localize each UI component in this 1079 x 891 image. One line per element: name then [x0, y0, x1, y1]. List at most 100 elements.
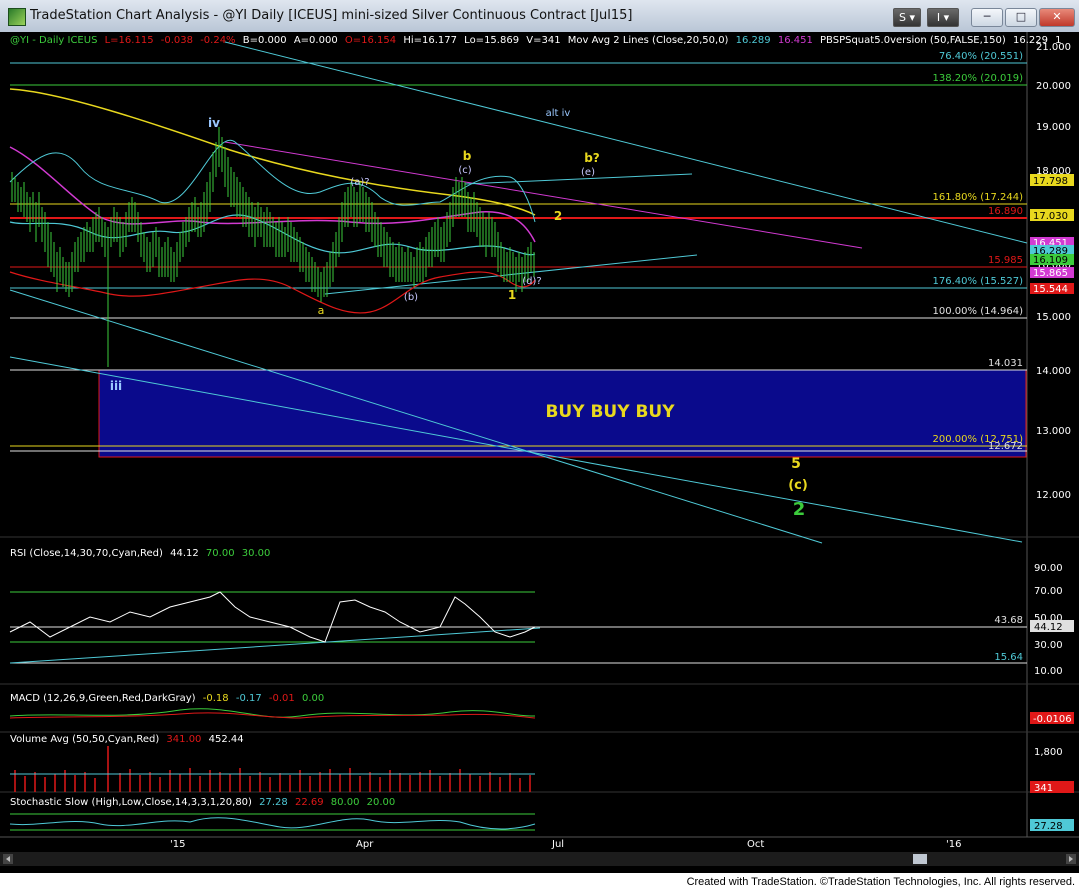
- pbs-study-label: PBSPSquat5.0version (50,FALSE,150): [820, 35, 1006, 46]
- rsi-trend-line: [9, 627, 541, 664]
- fib-label-176: 176.40% (15.527): [933, 276, 1024, 287]
- wave-label-d-question: (d)?: [522, 276, 541, 287]
- volume-tag: 341: [1034, 783, 1053, 794]
- wave-label-a: a: [318, 304, 325, 317]
- wave-label-2-yellow: 2: [554, 209, 562, 223]
- level-label-12672: 12.672: [988, 441, 1023, 452]
- time-tick: Jul: [551, 839, 564, 850]
- title-bar: TradeStation Chart Analysis - @YI Daily …: [0, 0, 1079, 33]
- s-menu-button[interactable]: S ▾: [893, 8, 921, 27]
- wave-label-b: b: [463, 149, 472, 163]
- price-tag-17798: 17.798: [1033, 176, 1068, 187]
- copyright-text: Created with TradeStation. ©TradeStation…: [686, 876, 1075, 888]
- rsi-current-tag: 44.12: [1034, 622, 1063, 633]
- time-axis[interactable]: '15 Apr Jul Oct '16: [170, 839, 961, 850]
- price-tick: 12.000: [1036, 490, 1071, 501]
- wave-label-iv: iv: [208, 116, 220, 130]
- time-tick: '16: [946, 839, 961, 850]
- net-change: -0.038: [161, 35, 193, 46]
- buy-zone-label: BUY BUY BUY: [545, 402, 675, 422]
- wave-label-5: 5: [791, 456, 801, 472]
- ask-value: A=0.000: [294, 35, 338, 46]
- rsi-label: RSI (Close,14,30,70,Cyan,Red): [10, 548, 163, 559]
- wave-label-alt-iv: alt iv: [546, 108, 571, 119]
- rsi-tick: 10.00: [1034, 666, 1063, 677]
- price-tick: 14.000: [1036, 366, 1071, 377]
- time-tick: Oct: [747, 839, 764, 850]
- ma2-value: 16.451: [778, 35, 813, 46]
- minimize-button[interactable]: ─: [971, 8, 1003, 27]
- rsi-value: 44.12: [170, 548, 199, 559]
- rsi-level-1: 43.68: [994, 615, 1023, 626]
- fib-label-100: 100.00% (14.964): [933, 306, 1024, 317]
- wave-label-1: 1: [508, 288, 516, 302]
- level-label-15985: 15.985: [988, 255, 1023, 266]
- price-tick: 15.000: [1036, 312, 1071, 323]
- stoch-value-1: 27.28: [259, 797, 288, 808]
- rsi-legend: RSI (Close,14,30,70,Cyan,Red) 44.12 70.0…: [10, 548, 270, 559]
- price-tags: 17.798 17.030 16.451 16.289 16.109 15.86…: [1030, 174, 1074, 295]
- fib-label-161: 161.80% (17.244): [933, 192, 1024, 203]
- lo-value: Lo=15.869: [464, 35, 519, 46]
- tradestation-app-icon: [8, 8, 26, 26]
- macd-value-1: -0.18: [203, 693, 229, 704]
- rsi-oversold: 30.00: [242, 548, 271, 559]
- symbol-label: @YI - Daily ICEUS: [10, 35, 97, 46]
- level-label-16890: 16.890: [988, 206, 1023, 217]
- rsi-tick: 30.00: [1034, 640, 1063, 651]
- price-tag-17030: 17.030: [1033, 211, 1068, 222]
- stoch-legend: Stochastic Slow (High,Low,Close,14,3,3,1…: [10, 797, 395, 808]
- macd-value-4: 0.00: [302, 693, 324, 704]
- stoch-k-line: [9, 817, 536, 830]
- wave-label-c-target: (c): [788, 478, 808, 493]
- stoch-tag: 27.28: [1034, 821, 1063, 832]
- wave-label-2-green: 2: [793, 499, 806, 520]
- price-tick: 21.000: [1036, 42, 1071, 53]
- fib-label-138: 138.20% (20.019): [933, 73, 1024, 84]
- s-button-label: S: [898, 11, 906, 24]
- stoch-value-2: 22.69: [295, 797, 324, 808]
- price-tick: 20.000: [1036, 81, 1071, 92]
- magenta-trend-line: [224, 141, 863, 249]
- price-tick: 19.000: [1036, 122, 1071, 133]
- close-button[interactable]: ✕: [1039, 8, 1075, 27]
- stoch-value-4: 20.00: [367, 797, 396, 808]
- bid-value: B=0.000: [243, 35, 287, 46]
- macd-label: MACD (12,26,9,Green,Red,DarkGray): [10, 693, 196, 704]
- wave-label-b-paren: (b): [404, 292, 418, 303]
- open-value: O=16.154: [345, 35, 396, 46]
- maximize-button[interactable]: □: [1005, 8, 1037, 27]
- i-button-label: I: [936, 11, 941, 24]
- rsi-tick: 90.00: [1034, 563, 1063, 574]
- price-tag-15544: 15.544: [1033, 284, 1068, 295]
- price-tag-15865: 15.865: [1033, 268, 1068, 279]
- volume-value-2: 452.44: [209, 734, 244, 745]
- macd-line: [9, 708, 536, 718]
- last-price: L=16.115: [105, 35, 154, 46]
- ma-study-label: Mov Avg 2 Lines (Close,20,50,0): [568, 35, 729, 46]
- window-title: TradeStation Chart Analysis - @YI Daily …: [30, 8, 633, 23]
- lower-band: [9, 271, 536, 314]
- rsi-tick: 70.00: [1034, 586, 1063, 597]
- chart-window[interactable]: @YI - Daily ICEUS L=16.115 -0.038 -0.24%…: [0, 32, 1079, 873]
- macd-legend: MACD (12,26,9,Green,Red,DarkGray) -0.18 …: [10, 693, 324, 704]
- volume-value-1: 341.00: [166, 734, 201, 745]
- rsi-level-2: 15.64: [994, 652, 1023, 663]
- macd-value-2: -0.17: [236, 693, 262, 704]
- rsi-overbought: 70.00: [206, 548, 235, 559]
- volume-bars: [14, 746, 531, 792]
- fib-label-76: 76.40% (20.551): [939, 51, 1023, 62]
- wave-label-c-paren: (c): [458, 165, 471, 176]
- wave-label-a-question: (a)?: [350, 177, 369, 188]
- volume-value: V=341: [526, 35, 560, 46]
- price-tag-16109: 16.109: [1033, 255, 1068, 266]
- scroll-thumb[interactable]: [913, 854, 927, 864]
- volume-tick: 1,800: [1034, 747, 1063, 758]
- macd-value-3: -0.01: [269, 693, 295, 704]
- ma1-value: 16.289: [736, 35, 771, 46]
- i-menu-button[interactable]: I ▾: [927, 8, 959, 27]
- time-tick: Apr: [356, 839, 374, 850]
- time-tick: '15: [170, 839, 185, 850]
- macd-tag: -0.0106: [1033, 714, 1072, 725]
- level-label-14031: 14.031: [988, 358, 1023, 369]
